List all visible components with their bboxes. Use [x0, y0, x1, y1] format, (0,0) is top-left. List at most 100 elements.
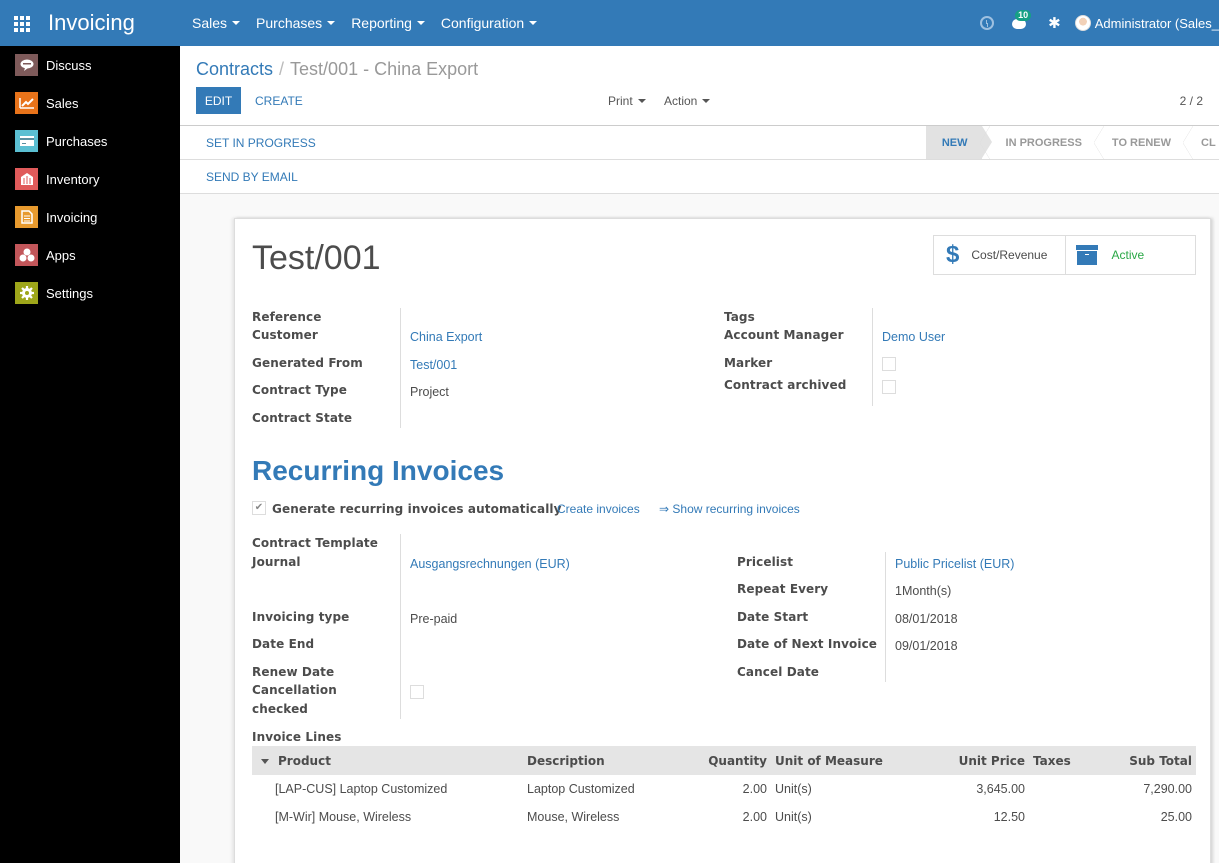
create-invoices-link[interactable]: Create invoices	[557, 502, 640, 516]
auto-generate-checkbox[interactable]: ✔	[252, 501, 266, 515]
journal-value[interactable]: Ausgangsrechnungen (EUR)	[410, 557, 570, 571]
form-sheet: Test/001 $ Cost/Revenue Active Reference…	[234, 218, 1211, 863]
contract-type-label: Contract Type	[252, 383, 347, 397]
stage-to-renew[interactable]: TO RENEW	[1093, 126, 1185, 159]
breadcrumb-contracts-link[interactable]: Contracts	[196, 59, 273, 79]
sort-triangle-icon	[261, 758, 269, 764]
create-button[interactable]: CREATE	[255, 87, 303, 114]
column-header-quantity[interactable]: Quantity	[683, 746, 771, 775]
repeat-every-label: Repeat Every	[737, 582, 829, 596]
cell-product: [LAP-CUS] Laptop Customized	[275, 782, 448, 796]
cell-uom: Unit(s)	[775, 782, 812, 796]
marker-label: Marker	[724, 356, 773, 370]
cancellation-checked-checkbox[interactable]	[410, 685, 424, 699]
print-dropdown[interactable]: Print	[608, 87, 646, 114]
cancellation-checked-label-2: checked	[252, 702, 308, 716]
cell-description: Mouse, Wireless	[527, 810, 620, 824]
menu-sales[interactable]: Sales	[192, 15, 241, 31]
account-manager-value[interactable]: Demo User	[882, 330, 945, 344]
activity-clock-icon[interactable]	[980, 16, 995, 30]
menu-configuration[interactable]: Configuration	[440, 15, 538, 31]
status-bar: SET IN PROGRESS NEW IN PROGRESS TO RENEW…	[180, 126, 1219, 159]
contract-template-label: Contract Template	[252, 536, 378, 550]
dollar-icon: $	[946, 241, 960, 268]
menu-purchases[interactable]: Purchases	[256, 15, 336, 31]
cell-quantity: 2.00	[742, 810, 767, 824]
invoice-lines-label: Invoice Lines	[252, 730, 342, 744]
column-header-subtotal[interactable]: Sub Total	[1099, 746, 1196, 775]
send-by-email-button[interactable]: SEND BY EMAIL	[206, 160, 298, 193]
top-navbar: Invoicing Sales Purchases Reporting Conf…	[0, 0, 1219, 46]
invoicing-type-label: Invoicing type	[252, 610, 350, 624]
cell-unit-price: 3,645.00	[976, 782, 1025, 796]
generated-from-value[interactable]: Test/001	[410, 358, 457, 372]
caret-down-icon	[416, 21, 425, 25]
messages-badge: 10	[1015, 10, 1032, 21]
cell-uom: Unit(s)	[775, 810, 812, 824]
marker-checkbox[interactable]	[882, 357, 896, 371]
sidebar-item-label: Inventory	[46, 171, 100, 187]
caret-down-icon	[232, 21, 241, 25]
sidebar-item-purchases[interactable]: Purchases	[0, 122, 180, 160]
column-header-taxes[interactable]: Taxes	[1029, 746, 1099, 775]
cost-revenue-button[interactable]: $ Cost/Revenue	[934, 236, 1065, 274]
discuss-icon	[15, 54, 38, 76]
column-header-product[interactable]: Product	[252, 746, 523, 775]
sidebar-item-settings[interactable]: Settings	[0, 274, 180, 312]
customer-value[interactable]: China Export	[410, 330, 482, 344]
edit-button[interactable]: EDIT	[196, 87, 241, 114]
sidebar-item-label: Sales	[46, 95, 79, 111]
show-recurring-invoices-link[interactable]: ⇒ Show recurring invoices	[659, 502, 800, 516]
purchases-card-icon	[15, 130, 38, 152]
sidebar-item-sales[interactable]: Sales	[0, 84, 180, 122]
column-header-label: Product	[278, 753, 331, 768]
main-menu: Sales Purchases Reporting Configuration	[192, 15, 553, 31]
sidebar-item-apps[interactable]: Apps	[0, 236, 180, 274]
table-row[interactable]: [LAP-CUS] Laptop Customized Laptop Custo…	[252, 775, 1196, 803]
stage-new[interactable]: NEW	[925, 126, 992, 159]
contract-archived-checkbox[interactable]	[882, 380, 896, 394]
messages-icon[interactable]: 10	[1012, 10, 1032, 30]
stage-in-progress[interactable]: IN PROGRESS	[979, 126, 1096, 159]
systray: 10 ✱ Administrator (Sales_	[980, 0, 1219, 46]
sidebar-item-label: Apps	[46, 247, 76, 263]
date-start-label: Date Start	[737, 610, 809, 624]
cost-revenue-label: Cost/Revenue	[971, 248, 1048, 262]
menu-configuration-label: Configuration	[440, 15, 525, 31]
menu-purchases-label: Purchases	[256, 15, 323, 31]
column-header-unit-price[interactable]: Unit Price	[911, 746, 1029, 775]
sidebar-item-inventory[interactable]: Inventory	[0, 160, 180, 198]
action-dropdown[interactable]: Action	[664, 87, 711, 114]
menu-reporting-label: Reporting	[351, 15, 412, 31]
sidebar-item-label: Purchases	[46, 133, 108, 149]
menu-reporting[interactable]: Reporting	[351, 15, 425, 31]
user-menu[interactable]: Administrator (Sales_	[1095, 16, 1219, 31]
smart-buttons: $ Cost/Revenue Active	[933, 235, 1196, 275]
set-in-progress-button[interactable]: SET IN PROGRESS	[206, 126, 316, 159]
apps-menu-icon[interactable]	[14, 16, 32, 32]
column-header-uom[interactable]: Unit of Measure	[771, 746, 911, 775]
sidebar-item-discuss[interactable]: Discuss	[0, 46, 180, 84]
sidebar-item-invoicing[interactable]: Invoicing	[0, 198, 180, 236]
active-toggle-button[interactable]: Active	[1064, 236, 1196, 274]
cell-subtotal: 7,290.00	[1143, 782, 1192, 796]
invoice-lines-table: Product Description Quantity Unit of Mea…	[252, 746, 1196, 831]
column-header-description[interactable]: Description	[523, 746, 683, 775]
control-panel: Contracts / Test/001 - China Export EDIT C…	[180, 46, 1219, 194]
field-separator	[872, 308, 873, 406]
record-title: Test/001	[252, 239, 381, 277]
field-separator	[400, 308, 401, 428]
debug-bug-icon[interactable]: ✱	[1048, 14, 1061, 32]
table-row[interactable]: [M-Wir] Mouse, Wireless Mouse, Wireless …	[252, 803, 1196, 831]
pager[interactable]: 2 / 2	[1180, 87, 1203, 114]
user-avatar[interactable]	[1074, 15, 1091, 31]
inventory-icon	[15, 168, 38, 190]
stage-closed[interactable]: CL	[1183, 126, 1219, 159]
breadcrumb: Contracts / Test/001 - China Export	[196, 59, 478, 80]
caret-down-icon	[529, 21, 538, 25]
breadcrumb-current: Test/001 - China Export	[290, 59, 479, 79]
invoicing-icon	[15, 206, 38, 228]
date-start-value: 08/01/2018	[895, 612, 958, 626]
pricelist-value[interactable]: Public Pricelist (EUR)	[895, 557, 1014, 571]
settings-gear-icon	[15, 282, 38, 304]
